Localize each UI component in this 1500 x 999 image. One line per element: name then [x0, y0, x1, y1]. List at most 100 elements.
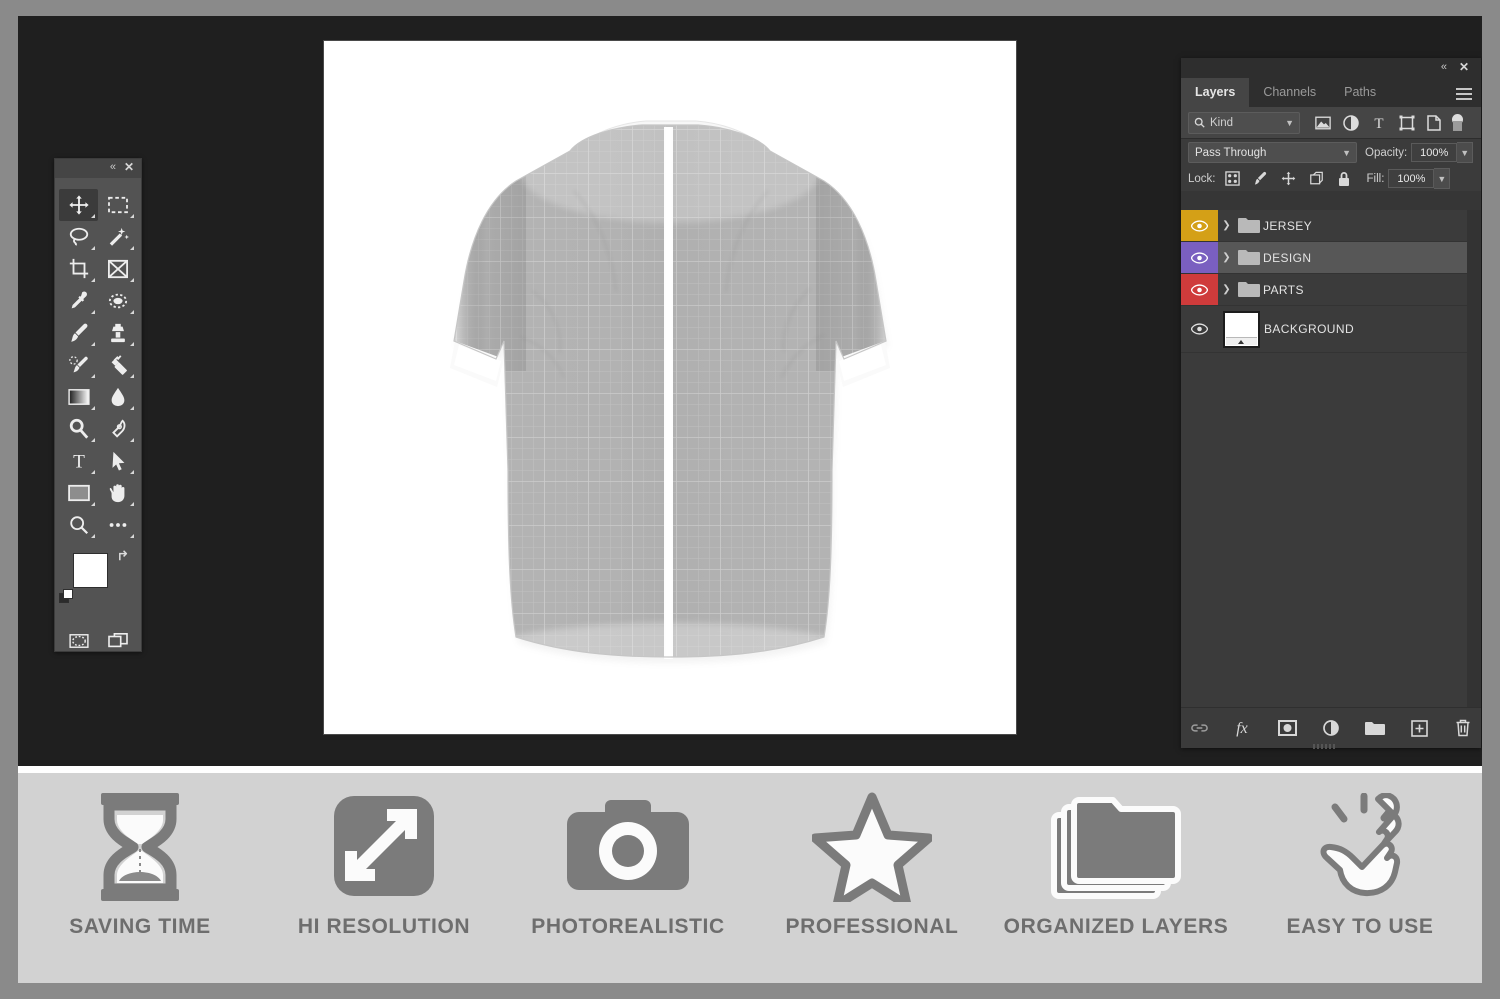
- collapse-icon[interactable]: «: [110, 162, 116, 173]
- new-layer-icon[interactable]: [1409, 718, 1429, 738]
- layers-scrollbar[interactable]: [1467, 210, 1481, 708]
- move-tool[interactable]: [59, 189, 98, 221]
- document-canvas[interactable]: [324, 41, 1016, 734]
- tool-options-corner: [91, 310, 95, 314]
- resize-arrows-icon: [329, 793, 439, 901]
- new-adjustment-layer-icon[interactable]: [1321, 718, 1341, 738]
- crop-tool[interactable]: [59, 253, 98, 285]
- clone-stamp-tool[interactable]: [98, 317, 137, 349]
- default-colors-icon[interactable]: [59, 589, 73, 603]
- dodge-tool[interactable]: [59, 413, 98, 445]
- layer-row-parts[interactable]: ❯ PARTS: [1181, 274, 1481, 306]
- foreground-color-swatch[interactable]: [73, 553, 108, 588]
- rectangle-tool[interactable]: [59, 477, 98, 509]
- layer-filter-row: Kind ▼ T: [1181, 107, 1481, 138]
- add-layer-mask-icon[interactable]: [1277, 718, 1297, 738]
- expand-group-arrow-icon[interactable]: ❯: [1218, 252, 1235, 263]
- edit-toolbar-tool[interactable]: [98, 509, 137, 541]
- frame-tool-icon: [107, 259, 128, 279]
- panel-menu-icon[interactable]: [1456, 85, 1472, 103]
- tab-layers[interactable]: Layers: [1181, 78, 1250, 107]
- layer-name: DESIGN: [1263, 250, 1312, 265]
- spot-healing-brush-tool[interactable]: [98, 285, 137, 317]
- image-filter-icon[interactable]: [1314, 114, 1331, 131]
- close-icon[interactable]: ✕: [1459, 60, 1469, 74]
- type-filter-icon[interactable]: T: [1370, 114, 1387, 131]
- filter-kind-select[interactable]: Kind ▼: [1188, 111, 1300, 134]
- blur-tool[interactable]: [98, 381, 137, 413]
- layer-thumbnail[interactable]: [1222, 310, 1260, 348]
- eraser-tool-icon: [111, 355, 127, 375]
- rectangle-shape-tool-icon: [67, 484, 90, 502]
- blend-mode-select[interactable]: Pass Through ▼: [1188, 142, 1357, 163]
- expand-group-arrow-icon[interactable]: ❯: [1218, 284, 1235, 295]
- layer-row-background[interactable]: BACKGROUND: [1181, 306, 1481, 353]
- panel-resize-grip[interactable]: [1313, 744, 1349, 749]
- lasso-tool[interactable]: [59, 221, 98, 253]
- opacity-stepper[interactable]: ▼: [1457, 142, 1474, 163]
- close-icon[interactable]: ✕: [124, 161, 134, 173]
- lock-artboard-nesting-icon[interactable]: [1309, 171, 1324, 186]
- shape-filter-icon[interactable]: [1398, 114, 1415, 131]
- type-tool[interactable]: T: [59, 445, 98, 477]
- path-selection-tool[interactable]: [98, 445, 137, 477]
- brush-tool[interactable]: [59, 317, 98, 349]
- lock-transparent-pixels-icon[interactable]: [1224, 171, 1240, 186]
- collapse-icon[interactable]: «: [1441, 61, 1447, 73]
- layer-visibility-toggle[interactable]: [1181, 314, 1218, 345]
- tool-options-corner: [91, 470, 95, 474]
- layer-style-fx-icon[interactable]: fx: [1233, 718, 1253, 738]
- frame-tool[interactable]: [98, 253, 137, 285]
- adjustment-filter-icon[interactable]: [1342, 114, 1359, 131]
- layer-visibility-toggle[interactable]: [1181, 210, 1218, 241]
- chevron-down-icon[interactable]: ▼: [1285, 118, 1294, 128]
- dodge-tool-icon: [69, 418, 88, 439]
- quick-mask-tool[interactable]: [59, 625, 98, 657]
- hourglass-icon: [97, 793, 183, 901]
- pen-tool[interactable]: [98, 413, 137, 445]
- tools-panel-grip: [55, 178, 141, 187]
- gradient-tool[interactable]: [59, 381, 98, 413]
- tool-options-corner: [91, 534, 95, 538]
- tool-options-corner: [130, 246, 134, 250]
- layers-list: ❯ JERSEY ❯ DESIGN ❯ PARTS BACKGROUND: [1181, 210, 1481, 708]
- delete-layer-icon[interactable]: [1453, 718, 1473, 738]
- link-layers-icon[interactable]: [1189, 718, 1209, 738]
- layer-row-jersey[interactable]: ❯ JERSEY: [1181, 210, 1481, 242]
- layers-panel-titlebar[interactable]: « ✕: [1181, 58, 1481, 78]
- tools-panel-header[interactable]: « ✕: [55, 159, 141, 178]
- rectangular-marquee-tool[interactable]: [98, 189, 137, 221]
- quick-selection-tool[interactable]: [98, 221, 137, 253]
- expand-group-arrow-icon[interactable]: ❯: [1218, 220, 1235, 231]
- screen-mode-tool[interactable]: [98, 625, 137, 657]
- smart-object-filter-icon[interactable]: [1426, 114, 1443, 131]
- hand-tool[interactable]: [98, 477, 137, 509]
- layer-visibility-toggle[interactable]: [1181, 274, 1218, 305]
- eyedropper-tool[interactable]: [59, 285, 98, 317]
- filter-toggle-switch[interactable]: [1452, 113, 1463, 132]
- screen-mode-icon: [107, 632, 128, 648]
- tab-paths[interactable]: Paths: [1330, 78, 1390, 107]
- zoom-tool[interactable]: [59, 509, 98, 541]
- pointing-hand-click-icon: [1308, 793, 1412, 901]
- hand-tool-icon: [109, 484, 124, 503]
- layer-row-design[interactable]: ❯ DESIGN: [1181, 242, 1481, 274]
- fill-value[interactable]: 100%: [1388, 169, 1435, 188]
- panel-tabs: Layers Channels Paths: [1181, 78, 1481, 107]
- fill-stepper[interactable]: ▼: [1434, 168, 1451, 189]
- layer-visibility-toggle[interactable]: [1181, 242, 1218, 273]
- chevron-down-icon[interactable]: ▼: [1342, 148, 1351, 158]
- history-brush-tool[interactable]: [59, 349, 98, 381]
- layers-panel: « ✕ Layers Channels Paths Kind ▼ T Pass …: [1181, 58, 1481, 749]
- lock-image-pixels-icon[interactable]: [1253, 171, 1268, 186]
- tab-channels[interactable]: Channels: [1249, 78, 1330, 107]
- app-window: « ✕ T « ✕ Layers Channels Paths Kind ▼ T…: [0, 0, 1500, 999]
- eraser-tool[interactable]: [98, 349, 137, 381]
- lock-all-icon[interactable]: [1337, 171, 1352, 186]
- layer-name: JERSEY: [1263, 218, 1313, 233]
- new-group-icon[interactable]: [1365, 718, 1385, 738]
- workspace: « ✕ T « ✕ Layers Channels Paths Kind ▼ T…: [18, 16, 1482, 766]
- opacity-value[interactable]: 100%: [1411, 143, 1458, 162]
- lock-position-icon[interactable]: [1281, 171, 1296, 186]
- swap-colors-icon[interactable]: [117, 548, 132, 563]
